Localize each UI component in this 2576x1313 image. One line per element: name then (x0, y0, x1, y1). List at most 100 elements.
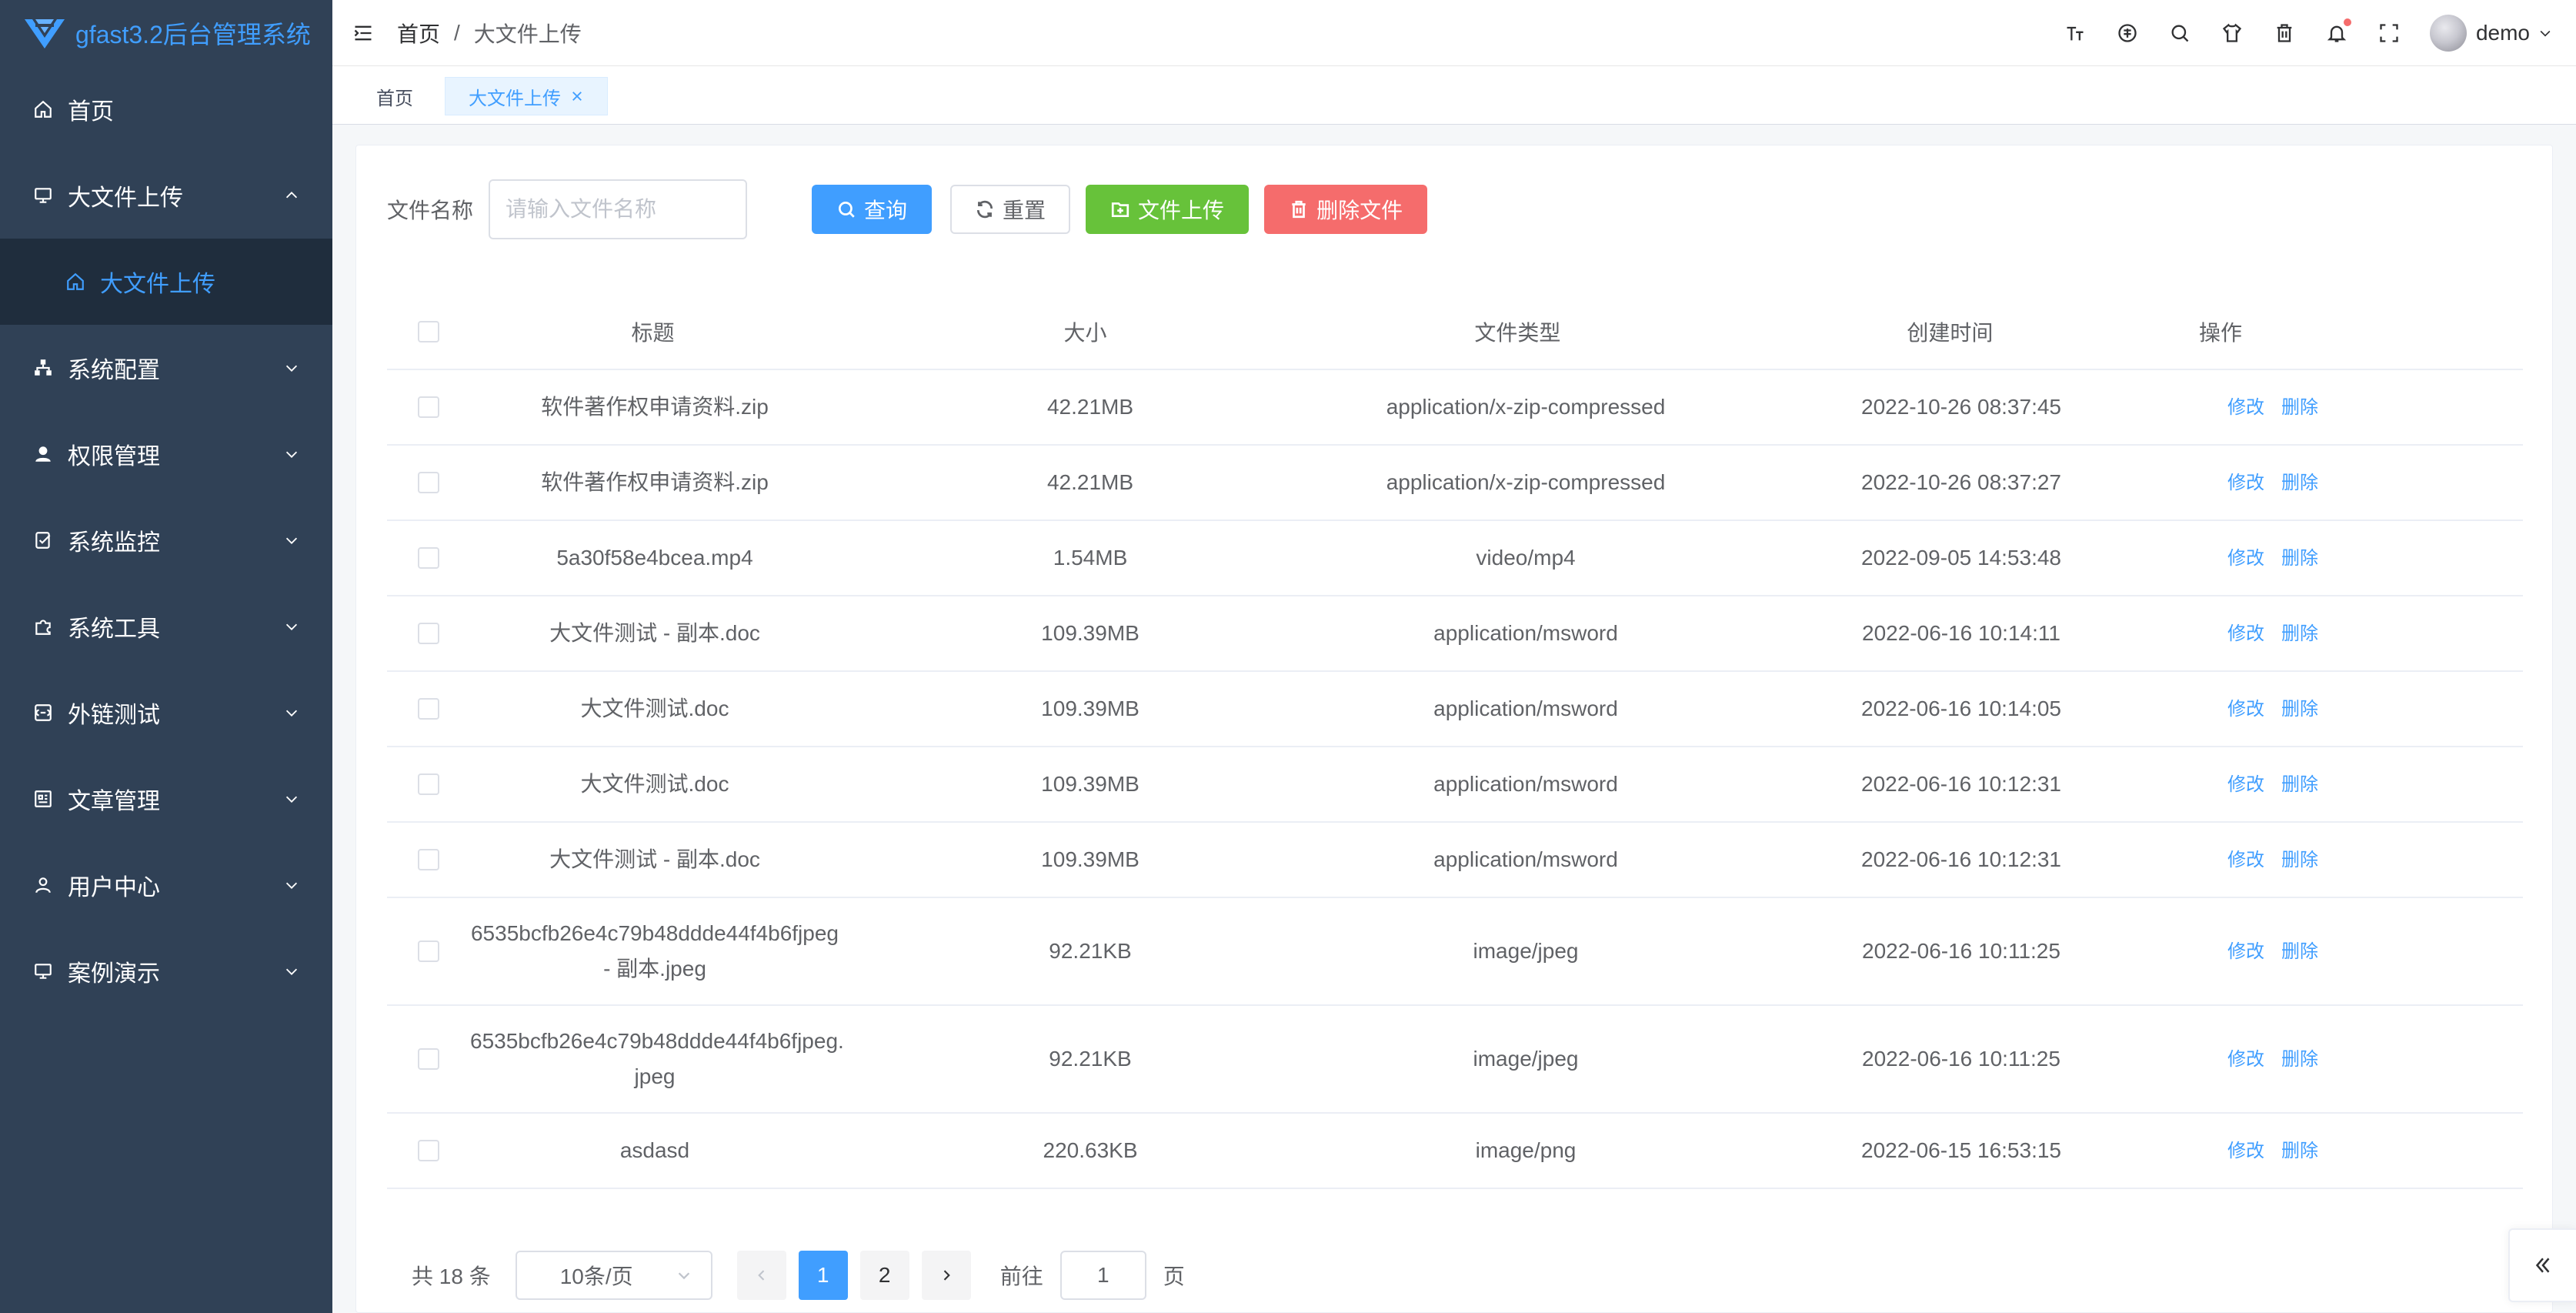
skin-icon[interactable] (2221, 22, 2244, 45)
cell-actions: 修改 删除 (2212, 841, 2523, 878)
folder-add-icon (1111, 202, 1130, 218)
menu-fold-icon[interactable] (352, 22, 374, 44)
tag-big-file-upload[interactable]: 大文件上传 (445, 77, 608, 115)
cell-type: application/x-zip-compressed (1386, 470, 1666, 494)
font-size-icon[interactable] (2064, 22, 2087, 45)
row-checkbox[interactable] (418, 547, 439, 569)
search-icon[interactable] (2168, 22, 2191, 45)
cell-type: application/msword (1433, 621, 1618, 645)
breadcrumb-home[interactable]: 首页 (397, 18, 440, 48)
page-size-select[interactable]: 10条/页 (515, 1251, 712, 1300)
home-icon (32, 99, 54, 120)
collapse-settings-button[interactable] (2508, 1228, 2576, 1302)
row-checkbox[interactable] (418, 623, 439, 644)
edit-link[interactable]: 修改 (2227, 397, 2264, 418)
trash-icon[interactable] (2273, 22, 2296, 45)
upload-button[interactable]: 文件上传 (1086, 185, 1250, 234)
row-select-cell (387, 547, 470, 569)
sidebar-item-user-center[interactable]: 用户中心 (0, 842, 332, 928)
page-size-value: 10条/页 (559, 1265, 633, 1288)
next-page-button[interactable] (921, 1251, 971, 1300)
delete-link[interactable]: 删除 (2281, 548, 2318, 569)
delete-link[interactable]: 删除 (2281, 941, 2318, 962)
row-checkbox[interactable] (418, 849, 439, 870)
cell-type: image/jpeg (1473, 1047, 1579, 1071)
row-checkbox[interactable] (418, 396, 439, 418)
row-checkbox[interactable] (418, 472, 439, 493)
sidebar-item-monitor[interactable]: 系统监控 (0, 497, 332, 583)
cell-title: 软件著作权申请资料.zip (470, 465, 839, 500)
article-icon (32, 788, 54, 810)
goto-page-input[interactable] (1059, 1251, 1146, 1300)
sidebar-item-label: 大文件上传 (68, 185, 183, 211)
edit-link[interactable]: 修改 (2227, 774, 2264, 795)
chevron-down-icon (285, 796, 298, 803)
chevron-down-icon[interactable] (2538, 25, 2553, 41)
sidebar-item-demos[interactable]: 案例演示 (0, 928, 332, 1014)
language-icon[interactable] (2116, 22, 2139, 45)
delete-link[interactable]: 删除 (2281, 1141, 2318, 1161)
delete-link[interactable]: 删除 (2281, 473, 2318, 493)
row-checkbox[interactable] (418, 940, 439, 962)
bell-icon[interactable] (2325, 18, 2351, 45)
row-checkbox[interactable] (418, 698, 439, 720)
sitemap-icon (32, 357, 54, 379)
sidebar-item-big-file-upload[interactable]: 大文件上传 (0, 152, 332, 239)
chevron-down-icon (285, 365, 298, 372)
row-checkbox[interactable] (418, 1048, 439, 1070)
cell-type: video/mp4 (1476, 546, 1576, 570)
sidebar-item-external-link[interactable]: 外链测试 (0, 670, 332, 756)
avatar[interactable] (2429, 15, 2467, 52)
edit-link[interactable]: 修改 (2227, 699, 2264, 720)
cell-actions: 修改 删除 (2212, 933, 2523, 970)
sidebar-item-home[interactable]: 首页 (0, 66, 332, 152)
edit-link[interactable]: 修改 (2227, 623, 2264, 644)
user-name[interactable]: demo (2476, 21, 2530, 45)
table-row: 大文件测试.doc 109.39MB application/msword 2022-… (387, 747, 2523, 823)
cell-title: 5a30f58e4bcea.mp4 (470, 540, 839, 576)
cell-title-line: 软件著作权申请资料.zip (541, 470, 769, 494)
delete-files-button[interactable]: 删除文件 (1264, 185, 1428, 234)
sidebar-item-tools[interactable]: 系统工具 (0, 583, 332, 670)
sidebar-subitem-big-file-upload[interactable]: 大文件上传 (0, 239, 332, 325)
logo[interactable]: gfast3.2后台管理系统 (0, 0, 332, 66)
delete-link[interactable]: 删除 (2281, 774, 2318, 795)
delete-link[interactable]: 删除 (2281, 623, 2318, 644)
page-button-2[interactable]: 2 (859, 1251, 909, 1300)
breadcrumb: 首页 / 大文件上传 (397, 18, 582, 48)
cell-created: 2022-10-26 08:37:45 (1861, 395, 2061, 419)
edit-link[interactable]: 修改 (2227, 548, 2264, 569)
row-checkbox[interactable] (418, 1140, 439, 1161)
fullscreen-icon[interactable] (2377, 22, 2401, 45)
page-button-1[interactable]: 1 (798, 1251, 848, 1300)
edit-link[interactable]: 修改 (2227, 850, 2264, 870)
prev-page-button[interactable] (736, 1251, 786, 1300)
edit-link[interactable]: 修改 (2227, 1049, 2264, 1070)
sidebar-item-system-config[interactable]: 系统配置 (0, 325, 332, 411)
edit-link[interactable]: 修改 (2227, 941, 2264, 962)
tag-home[interactable]: 首页 (352, 77, 437, 115)
cell-title-line: 大文件测试.doc (580, 772, 729, 796)
cell-created: 2022-06-16 10:14:05 (1861, 697, 2061, 720)
delete-link[interactable]: 删除 (2281, 1049, 2318, 1070)
edit-link[interactable]: 修改 (2227, 473, 2264, 493)
close-icon[interactable] (570, 89, 584, 103)
edit-link[interactable]: 修改 (2227, 1141, 2264, 1161)
reset-button[interactable]: 重置 (950, 185, 1071, 234)
tag-label: 大文件上传 (469, 88, 561, 109)
chevron-down-icon (285, 537, 298, 544)
delete-link[interactable]: 删除 (2281, 699, 2318, 720)
cell-actions: 修改 删除 (2212, 766, 2523, 803)
file-name-input[interactable] (489, 179, 748, 239)
sidebar-item-permission[interactable]: 权限管理 (0, 411, 332, 497)
pagination: 共 18 条 10条/页 1 2 前往 页 (412, 1251, 1185, 1300)
cell-actions: 修改 删除 (2212, 1132, 2523, 1169)
query-button[interactable]: 查询 (812, 185, 933, 234)
cell-actions: 修改 删除 (2212, 615, 2523, 652)
delete-link[interactable]: 删除 (2281, 397, 2318, 418)
delete-link[interactable]: 删除 (2281, 850, 2318, 870)
sidebar-item-articles[interactable]: 文章管理 (0, 756, 332, 842)
select-all-checkbox[interactable] (417, 321, 439, 342)
row-checkbox[interactable] (418, 773, 439, 795)
column-header-actions: 操作 (2199, 321, 2243, 345)
